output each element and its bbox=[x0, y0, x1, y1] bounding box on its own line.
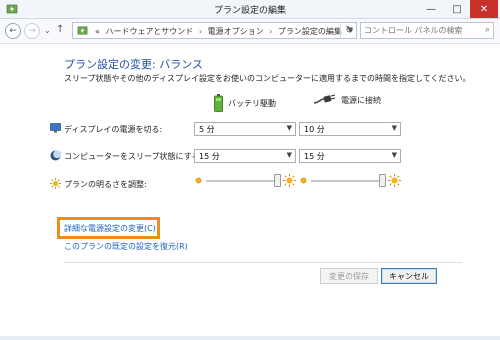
breadcrumb-separator[interactable]: › bbox=[199, 27, 202, 36]
display-off-plugged-select[interactable]: 10 分 ▼ bbox=[299, 122, 401, 136]
setting-label-sleep-text: コンピューターをスリープ状態にする: bbox=[64, 152, 203, 161]
divider bbox=[64, 262, 462, 263]
brightness-battery-slider[interactable] bbox=[194, 174, 296, 188]
cancel-button[interactable]: キャンセル bbox=[381, 268, 437, 284]
sleep-battery-value: 15 分 bbox=[199, 152, 220, 161]
slider-track bbox=[311, 180, 385, 182]
display-off-plugged-value: 10 分 bbox=[304, 125, 325, 134]
column-header-plugged: 電源に接続 bbox=[314, 94, 381, 106]
sun-large-icon bbox=[388, 174, 401, 187]
column-header-battery: バッテリ駆動 bbox=[214, 94, 276, 112]
search-icon[interactable]: ⌕ bbox=[485, 25, 490, 35]
monitor-icon bbox=[50, 123, 61, 133]
setting-label-display-off-text: ディスプレイの電源を切る: bbox=[64, 125, 163, 134]
page-title: プラン設定の変更: バランス bbox=[64, 58, 203, 71]
search-input[interactable] bbox=[364, 24, 476, 37]
sun-small-icon bbox=[195, 177, 202, 184]
moon-icon bbox=[50, 150, 61, 161]
slider-track bbox=[206, 180, 280, 182]
advanced-settings-link[interactable]: 詳細な電源設定の変更(C) bbox=[64, 223, 156, 234]
slider-thumb[interactable] bbox=[274, 174, 281, 187]
breadcrumb-prefix[interactable]: « bbox=[95, 27, 100, 36]
column-header-plugged-label: 電源に接続 bbox=[341, 95, 381, 105]
sun-large-icon bbox=[283, 174, 296, 187]
up-button[interactable]: ↑ bbox=[56, 24, 64, 35]
back-button[interactable]: ← bbox=[5, 23, 21, 39]
sleep-battery-select[interactable]: 15 分 ▼ bbox=[194, 149, 296, 163]
refresh-button[interactable]: ↻ bbox=[340, 22, 358, 39]
window-bottom-edge bbox=[0, 336, 500, 340]
setting-label-display-off: ディスプレイの電源を切る: bbox=[50, 123, 163, 135]
sleep-plugged-value: 15 分 bbox=[304, 152, 325, 161]
breadcrumb: « ハードウェアとサウンド › 電源オプション › プラン設定の編集 bbox=[95, 26, 342, 37]
minimize-button[interactable]: — bbox=[418, 0, 444, 18]
display-off-battery-value: 5 分 bbox=[199, 125, 215, 134]
breadcrumb-item-edit-plan[interactable]: プラン設定の編集 bbox=[278, 27, 342, 36]
chevron-down-icon: ▼ bbox=[391, 151, 397, 159]
page-description: スリープ状態やその他のディスプレイ設定をお使いのコンピューターに適用するまでの時… bbox=[64, 74, 471, 83]
battery-icon bbox=[214, 94, 223, 112]
close-button[interactable]: ✕ bbox=[470, 0, 498, 18]
sleep-plugged-select[interactable]: 15 分 ▼ bbox=[299, 149, 401, 163]
main-content: プラン設定の変更: バランス スリープ状態やその他のディスプレイ設定をお使いのコ… bbox=[0, 44, 500, 340]
breadcrumb-item-hardware[interactable]: ハードウェアとサウンド bbox=[105, 27, 193, 36]
setting-label-brightness: プランの明るさを調整: bbox=[50, 178, 147, 190]
recent-locations-button[interactable]: ⌄ bbox=[44, 26, 51, 35]
chevron-down-icon: ▼ bbox=[286, 151, 292, 159]
window: プラン設定の編集 — □ ✕ ← → ⌄ ↑ « ハードウェアとサウンド › 電… bbox=[0, 0, 500, 340]
brightness-plugged-slider[interactable] bbox=[299, 174, 401, 188]
setting-label-sleep: コンピューターをスリープ状態にする: bbox=[50, 150, 203, 162]
search-box[interactable]: ⌕ bbox=[360, 22, 494, 39]
slider-thumb[interactable] bbox=[379, 174, 386, 187]
setting-label-brightness-text: プランの明るさを調整: bbox=[64, 180, 147, 189]
title-bar: プラン設定の編集 — □ ✕ bbox=[0, 0, 500, 19]
restore-defaults-link[interactable]: このプランの既定の設定を復元(R) bbox=[64, 241, 188, 252]
forward-button[interactable]: → bbox=[24, 23, 40, 39]
power-options-icon bbox=[77, 26, 88, 35]
sun-small-icon bbox=[300, 177, 307, 184]
display-off-battery-select[interactable]: 5 分 ▼ bbox=[194, 122, 296, 136]
breadcrumb-separator[interactable]: › bbox=[269, 27, 272, 36]
chevron-down-icon: ▼ bbox=[391, 124, 397, 132]
column-header-battery-label: バッテリ駆動 bbox=[228, 98, 276, 108]
save-button[interactable]: 変更の保存 bbox=[320, 268, 378, 284]
breadcrumb-item-power-options[interactable]: 電源オプション bbox=[208, 27, 264, 36]
navigation-bar: ← → ⌄ ↑ « ハードウェアとサウンド › 電源オプション › プラン設定の… bbox=[0, 19, 500, 44]
maximize-button[interactable]: □ bbox=[444, 0, 470, 18]
power-plug-icon bbox=[314, 94, 336, 104]
address-bar[interactable]: « ハードウェアとサウンド › 電源オプション › プラン設定の編集 ▼ bbox=[72, 22, 357, 39]
chevron-down-icon: ▼ bbox=[286, 124, 292, 132]
sun-icon bbox=[50, 178, 61, 189]
